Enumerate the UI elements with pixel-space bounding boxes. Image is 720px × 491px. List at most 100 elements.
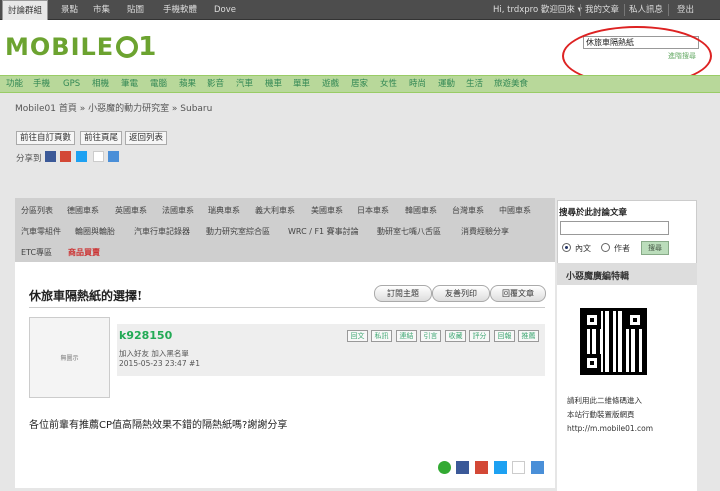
post-timestamp: 2015-05-23 23:47 #1 xyxy=(119,359,201,368)
category-item[interactable]: 筆電 xyxy=(121,76,138,93)
twitter-icon[interactable] xyxy=(76,151,87,162)
tab-mobile-software[interactable]: 手機軟體 xyxy=(163,0,197,20)
subnav-item-marketplace[interactable]: 商品買賣 xyxy=(68,247,100,258)
logo-text: MOBILE xyxy=(5,33,115,61)
site-logo[interactable]: MOBILE 1 xyxy=(5,32,157,62)
qr-finder xyxy=(583,311,601,329)
tab-dove[interactable]: Dove xyxy=(214,0,236,20)
logo-suffix: 1 xyxy=(138,32,158,62)
facebook-icon[interactable] xyxy=(456,461,469,474)
thread-search-button[interactable]: 搜尋 xyxy=(641,241,669,255)
category-item[interactable]: 單車 xyxy=(293,76,310,93)
promo-text: 請利用此二維條碼進入 xyxy=(567,396,642,405)
subnav-item[interactable]: 法國車系 xyxy=(162,205,194,216)
line-share-icon[interactable] xyxy=(438,461,451,474)
goto-last-page-button[interactable]: 前往頁尾 xyxy=(80,131,123,145)
category-item[interactable]: 蘋果 xyxy=(179,76,196,93)
post-tool-pm[interactable]: 私訊 xyxy=(371,330,392,342)
forum-subnav: 分區列表 德國車系 英國車系 法國車系 瑞典車系 義大利車系 美國車系 日本車系… xyxy=(15,198,555,262)
avatar[interactable]: 無圖示 xyxy=(29,317,110,398)
goto-page-button[interactable]: 前往自訂頁數 xyxy=(16,131,76,145)
post-tool-reply[interactable]: 回文 xyxy=(347,330,368,342)
weibo-icon[interactable] xyxy=(512,461,525,474)
divider xyxy=(624,4,625,16)
qr-finder xyxy=(626,311,644,329)
post-tool-rate[interactable]: 評分 xyxy=(469,330,490,342)
user-links[interactable]: 加入好友 加入黑名單 xyxy=(119,348,189,359)
category-item[interactable]: 遊戲 xyxy=(322,76,339,93)
subnav-item[interactable]: 英國車系 xyxy=(115,205,147,216)
tab-forum-groups[interactable]: 討論群組 xyxy=(2,0,49,21)
promo-card-title: 小惡魔廣編特輯 xyxy=(566,272,630,282)
back-to-list-button[interactable]: 返回列表 xyxy=(125,131,168,145)
subnav-item[interactable]: 動力研究室綜合區 xyxy=(206,226,270,237)
category-item[interactable]: 機車 xyxy=(265,76,282,93)
subnav-item[interactable]: 輪圈與輪胎 xyxy=(75,226,115,237)
subnav-item[interactable]: WRC / F1 賽事討論 xyxy=(288,226,359,237)
subnav-item[interactable]: 台灣車系 xyxy=(452,205,484,216)
post-tool-favorite[interactable]: 收藏 xyxy=(445,330,466,342)
user-greeting[interactable]: Hi, trdxpro 歡迎回來 ▾ xyxy=(493,0,582,20)
category-item[interactable]: 旅遊美食 xyxy=(494,76,528,93)
subnav-item[interactable]: 日本車系 xyxy=(357,205,389,216)
category-item[interactable]: 居家 xyxy=(351,76,368,93)
subnav-item[interactable]: 汽車零組件 xyxy=(21,226,61,237)
google-plus-icon[interactable] xyxy=(60,151,71,162)
category-item[interactable]: 功能 xyxy=(6,76,23,93)
radio-content[interactable] xyxy=(562,243,571,252)
my-posts-link[interactable]: 我的文章 xyxy=(585,0,619,20)
promo-url[interactable]: http://m.mobile01.com xyxy=(567,424,653,433)
subscribe-button[interactable]: 訂閱主題 xyxy=(374,285,432,302)
thread-search-input[interactable] xyxy=(560,221,669,235)
breadcrumb[interactable]: Mobile01 首頁 » 小惡魔的動力研究室 » Subaru xyxy=(15,101,212,114)
subnav-item[interactable]: 消費經驗分享 xyxy=(461,226,509,237)
category-item[interactable]: 時尚 xyxy=(409,76,426,93)
radio-content-label: 內文 xyxy=(575,244,591,253)
tab-stickers[interactable]: 貼圖 xyxy=(127,0,144,20)
category-item[interactable]: 女性 xyxy=(380,76,397,93)
category-item[interactable]: 相機 xyxy=(92,76,109,93)
plurk-icon[interactable] xyxy=(531,461,544,474)
category-item[interactable]: 電腦 xyxy=(150,76,167,93)
tab-market[interactable]: 市集 xyxy=(93,0,110,20)
reply-button[interactable]: 回覆文章 xyxy=(490,285,546,302)
facebook-icon[interactable] xyxy=(45,151,56,162)
category-item[interactable]: 運動 xyxy=(438,76,455,93)
qr-finder xyxy=(583,354,601,372)
plurk-icon[interactable] xyxy=(108,151,119,162)
category-item[interactable]: 影音 xyxy=(207,76,224,93)
post-tool-quote[interactable]: 引言 xyxy=(420,330,441,342)
post-tool-report[interactable]: 回報 xyxy=(494,330,515,342)
google-plus-icon[interactable] xyxy=(475,461,488,474)
post-tool-link[interactable]: 連結 xyxy=(396,330,417,342)
post-tool-recommend[interactable]: 推薦 xyxy=(518,330,539,342)
category-item[interactable]: 生活 xyxy=(466,76,483,93)
category-item[interactable]: 手機 xyxy=(33,76,50,93)
category-item[interactable]: 汽車 xyxy=(236,76,253,93)
thread-search-title: 搜尋於此討論文章 xyxy=(559,208,628,218)
subnav-item[interactable]: 瑞典車系 xyxy=(208,205,240,216)
subnav-item[interactable]: 德國車系 xyxy=(67,205,99,216)
post-author[interactable]: k928150 xyxy=(119,329,172,342)
private-messages-link[interactable]: 私人訊息 xyxy=(629,0,663,20)
subnav-item[interactable]: 韓國車系 xyxy=(405,205,437,216)
subnav-item[interactable]: 中國車系 xyxy=(499,205,531,216)
subnav-item[interactable]: ETC專區 xyxy=(21,247,52,258)
divider xyxy=(29,307,545,308)
subnav-item[interactable]: 美國車系 xyxy=(311,205,343,216)
thread-title: 休旅車隔熱紙的選擇! xyxy=(29,289,143,303)
promo-text: 本站行動裝置版網頁 xyxy=(567,410,635,419)
radio-author[interactable] xyxy=(601,243,610,252)
logout-link[interactable]: 登出 xyxy=(677,0,694,20)
subnav-item[interactable]: 分區列表 xyxy=(21,205,53,216)
category-bar: 功能 手機 GPS 相機 筆電 電腦 蘋果 影音 汽車 機車 單車 遊戲 居家 … xyxy=(0,75,720,93)
print-button[interactable]: 友善列印 xyxy=(432,285,490,302)
subnav-item[interactable]: 義大利車系 xyxy=(255,205,295,216)
post-body: 各位前輩有推薦CP值高隔熱效果不錯的隔熱紙嗎?謝謝分享 xyxy=(29,420,288,431)
subnav-item[interactable]: 汽車行車記錄器 xyxy=(134,226,190,237)
weibo-icon[interactable] xyxy=(93,151,104,162)
subnav-item[interactable]: 動研室七嘴八舌區 xyxy=(377,226,441,237)
twitter-icon[interactable] xyxy=(494,461,507,474)
category-item[interactable]: GPS xyxy=(63,76,80,93)
tab-attractions[interactable]: 景點 xyxy=(61,0,78,20)
